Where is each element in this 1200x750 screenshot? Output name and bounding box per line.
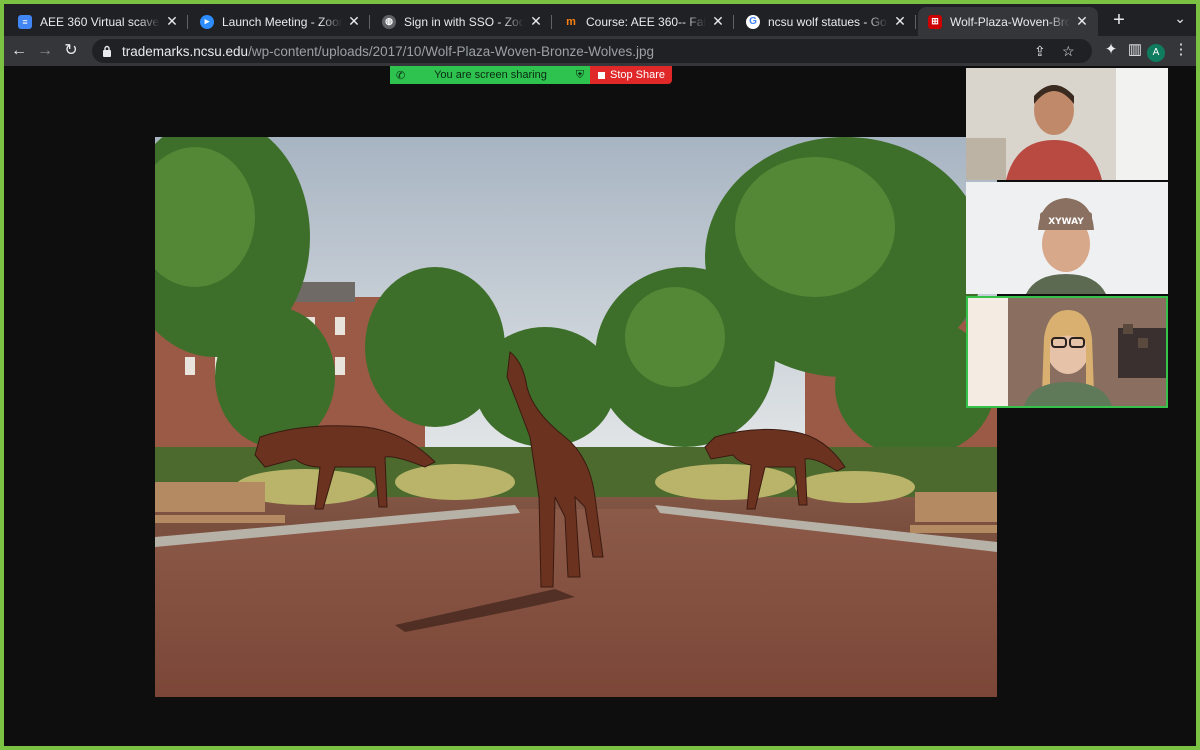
zoom-icon: ▸ [200,14,214,29]
close-icon[interactable]: ✕ [346,13,362,30]
wolf-plaza-photo [155,137,997,697]
screen-share-frame: ≡ AEE 360 Virtual scavenger ✕ ▸ Launch M… [4,4,1196,746]
tab-title: Launch Meeting - Zoom [222,14,342,29]
close-icon[interactable]: ✕ [892,13,908,30]
stop-share-button[interactable]: Stop Share [590,66,672,84]
stop-icon [598,71,605,79]
bookmark-star-icon[interactable]: ☆ [1062,43,1075,60]
sharing-status-pill[interactable]: ✆ You are screen sharing ⛨ [390,66,590,84]
shield-icon: ⛨ [575,68,584,81]
close-icon[interactable]: ✕ [710,13,726,30]
tab-title: Wolf-Plaza-Woven-Bronze- [950,14,1070,29]
globe-icon: ◍ [382,14,396,29]
participant-video-2[interactable]: XYWAY [966,182,1168,294]
menu-kebab-icon[interactable]: ⋮ [1170,40,1192,58]
participant-video-3[interactable] [966,296,1168,408]
browser-toolbar: ← → ↻ trademarks.ncsu.edu/wp-content/upl… [4,36,1196,66]
back-button[interactable]: ← [8,40,30,62]
docs-icon: ≡ [18,14,32,29]
new-tab-button[interactable]: + [1108,9,1130,32]
lock-icon[interactable] [102,45,112,57]
screen-share-banner: ✆ You are screen sharing ⛨ Stop Share [390,66,672,84]
tab-aee-scavenger[interactable]: ≡ AEE 360 Virtual scavenger ✕ [8,7,188,36]
address-bar[interactable]: trademarks.ncsu.edu/wp-content/uploads/2… [92,39,1092,63]
reload-button[interactable]: ↻ [60,40,82,62]
tab-title: Sign in with SSO - Zoom [404,14,524,29]
participant-video-1[interactable] [966,68,1168,180]
tab-course-aee360[interactable]: m Course: AEE 360-- Fall 202 ✕ [554,7,734,36]
side-panel-icon[interactable]: ▥ [1124,40,1146,58]
tab-launch-meeting[interactable]: ▸ Launch Meeting - Zoom ✕ [190,7,370,36]
tab-wolf-plaza[interactable]: ⊞ Wolf-Plaza-Woven-Bronze- ✕ [918,7,1098,36]
url-path: /wp-content/uploads/2017/10/Wolf-Plaza-W… [248,43,655,59]
extensions-puzzle-icon[interactable]: ✦ [1100,40,1122,58]
share-icon[interactable]: ⇪ [1034,43,1046,60]
tab-title: Course: AEE 360-- Fall 202 [586,14,706,29]
stop-share-label: Stop Share [610,69,666,81]
google-icon: G [746,14,760,29]
phone-icon: ✆ [396,69,406,82]
tab-title: AEE 360 Virtual scavenger [40,14,160,29]
close-icon[interactable]: ✕ [164,13,180,30]
sharing-status-text: You are screen sharing [434,69,547,81]
ncsu-icon: ⊞ [928,14,942,29]
tab-sign-in-sso[interactable]: ◍ Sign in with SSO - Zoom ✕ [372,7,552,36]
tab-strip: ≡ AEE 360 Virtual scavenger ✕ ▸ Launch M… [4,4,1196,36]
tab-google-search[interactable]: G ncsu wolf statues - Google ✕ [736,7,916,36]
tab-title: ncsu wolf statues - Google [768,14,888,29]
forward-button[interactable]: → [34,40,56,62]
cap-logo-text: XYWAY [1048,217,1084,227]
profile-avatar[interactable]: A [1147,44,1165,62]
close-icon[interactable]: ✕ [528,13,544,30]
moodle-icon: m [566,15,576,28]
url-host: trademarks.ncsu.edu [122,43,249,59]
close-icon[interactable]: ✕ [1074,13,1090,30]
tab-search-chevron-icon[interactable]: ⌄ [1174,10,1186,27]
